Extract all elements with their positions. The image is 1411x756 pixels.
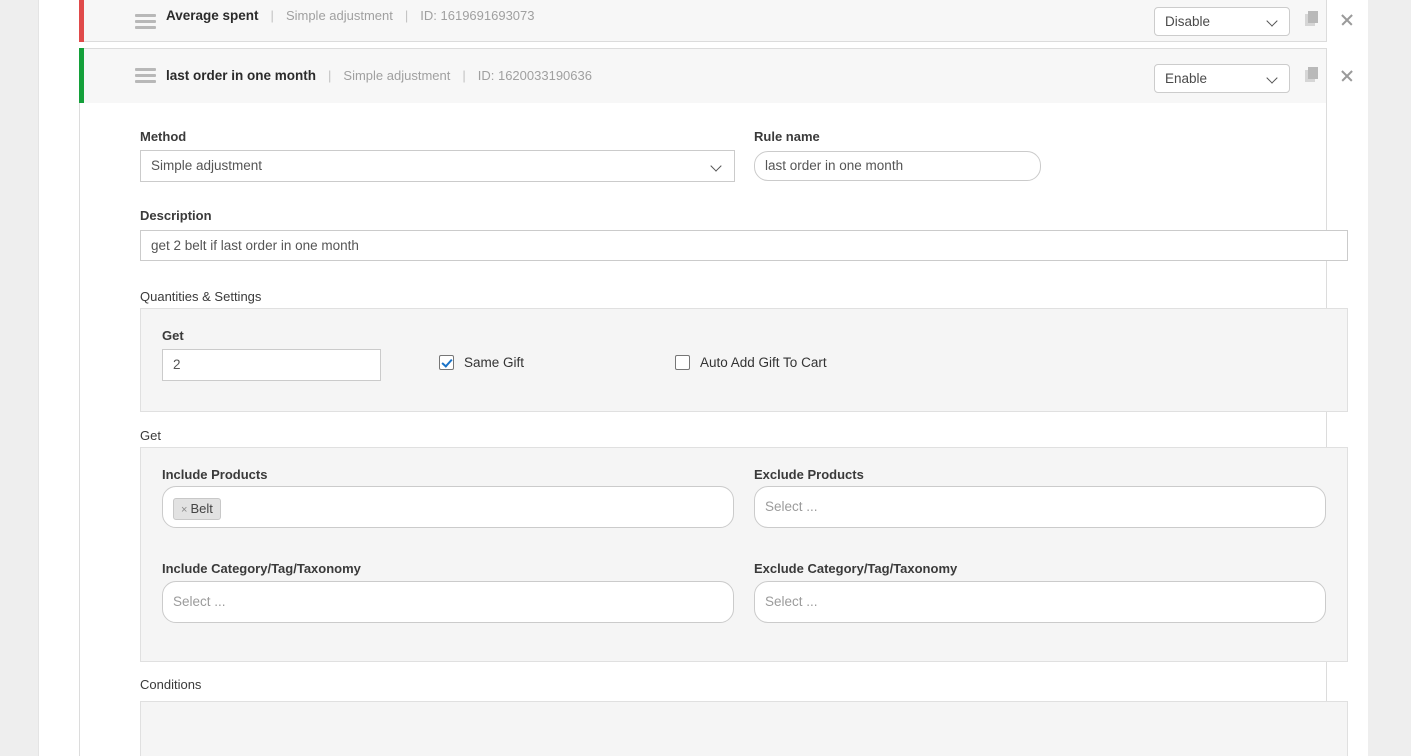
- rule-title: last order in one month: [166, 68, 316, 83]
- include-products-label: Include Products: [162, 467, 267, 482]
- same-gift-checkbox[interactable]: [439, 355, 454, 370]
- rule-method-label: Simple adjustment: [343, 68, 450, 83]
- rule-method-label: Simple adjustment: [286, 8, 393, 23]
- rule-id-label: ID: 1619691693073: [420, 8, 534, 23]
- rule-status-accent-bar: [79, 48, 84, 104]
- method-label: Method: [140, 129, 186, 144]
- close-icon: [1340, 13, 1354, 27]
- rule-separator: |: [405, 8, 408, 23]
- rule-status-select[interactable]: Enable: [1154, 64, 1290, 93]
- method-select[interactable]: Simple adjustment: [140, 150, 735, 182]
- include-products-token[interactable]: ×Belt: [173, 498, 221, 520]
- exclude-taxonomy-field[interactable]: Select ...: [754, 581, 1326, 623]
- include-taxonomy-label: Include Category/Tag/Taxonomy: [162, 561, 361, 576]
- duplicate-icon: [1305, 11, 1320, 26]
- rule-status-accent-bar: [79, 0, 84, 42]
- exclude-products-label: Exclude Products: [754, 467, 864, 482]
- rule-id-label: ID: 1620033190636: [478, 68, 592, 83]
- rule-header-info: last order in one month | Simple adjustm…: [166, 68, 592, 83]
- same-gift-label: Same Gift: [464, 355, 524, 370]
- exclude-products-field[interactable]: Select ...: [754, 486, 1326, 528]
- description-label: Description: [140, 208, 212, 223]
- get-quantity-input[interactable]: 2: [162, 349, 381, 381]
- rule-separator: |: [328, 68, 331, 83]
- delete-rule-button[interactable]: [1340, 69, 1362, 91]
- rule-header-row[interactable]: Average spent | Simple adjustment | ID: …: [79, 0, 1327, 42]
- drag-handle-icon[interactable]: [135, 68, 156, 83]
- rule-name-input[interactable]: last order in one month: [754, 151, 1041, 181]
- conditions-section-label: Conditions: [140, 677, 201, 692]
- get-section-label: Get: [140, 428, 161, 443]
- quantities-section-label: Quantities & Settings: [140, 289, 261, 304]
- drag-handle-icon[interactable]: [135, 14, 156, 29]
- conditions-group: [140, 701, 1348, 756]
- rule-title: Average spent: [166, 8, 259, 23]
- rule-header-row[interactable]: last order in one month | Simple adjustm…: [79, 48, 1327, 103]
- include-products-field[interactable]: [162, 486, 734, 528]
- description-input[interactable]: get 2 belt if last order in one month: [140, 230, 1348, 261]
- rule-header-info: Average spent | Simple adjustment | ID: …: [166, 8, 535, 23]
- delete-rule-button[interactable]: [1340, 13, 1362, 35]
- rules-page: Average spent | Simple adjustment | ID: …: [39, 0, 1368, 756]
- exclude-taxonomy-label: Exclude Category/Tag/Taxonomy: [754, 561, 957, 576]
- rule-name-label: Rule name: [754, 129, 820, 144]
- close-icon: [1340, 69, 1354, 83]
- get-group: [140, 447, 1348, 662]
- rule-status-select[interactable]: Disable: [1154, 7, 1290, 36]
- duplicate-rule-button[interactable]: [1305, 11, 1327, 33]
- auto-add-gift-checkbox-wrap[interactable]: Auto Add Gift To Cart: [675, 355, 827, 370]
- rule-separator: |: [462, 68, 465, 83]
- get-quantity-label: Get: [162, 328, 184, 343]
- page-gutter-left: [0, 0, 39, 756]
- rule-separator: |: [271, 8, 274, 23]
- rule-edit-form: Method Simple adjustment Rule name last …: [79, 103, 1327, 756]
- duplicate-rule-button[interactable]: [1305, 67, 1327, 89]
- duplicate-icon: [1305, 67, 1320, 82]
- include-taxonomy-field[interactable]: Select ...: [162, 581, 734, 623]
- auto-add-gift-checkbox[interactable]: [675, 355, 690, 370]
- auto-add-gift-label: Auto Add Gift To Cart: [700, 355, 827, 370]
- token-label: Belt: [190, 501, 212, 516]
- page-gutter-right: [1368, 0, 1411, 756]
- same-gift-checkbox-wrap[interactable]: Same Gift: [439, 355, 524, 370]
- token-remove-icon[interactable]: ×: [181, 504, 187, 516]
